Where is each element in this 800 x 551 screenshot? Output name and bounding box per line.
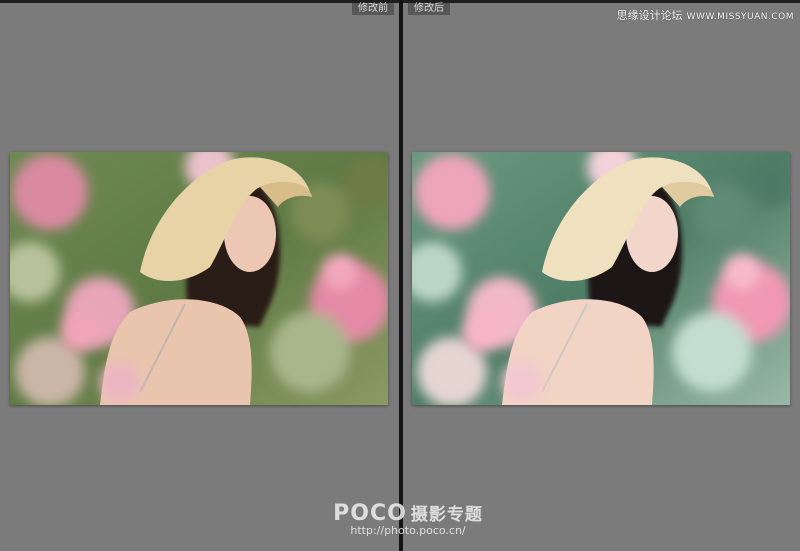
before-label: 修改前 — [352, 3, 394, 15]
site-watermark: 思缘设计论坛 WWW.MISSYUAN.COM — [617, 7, 794, 23]
after-label: 修改后 — [408, 3, 450, 15]
site-watermark-url: WWW.MISSYUAN.COM — [686, 12, 794, 22]
before-photo-image — [10, 152, 388, 405]
after-photo[interactable] — [412, 152, 790, 405]
poco-brand-name: POCO — [333, 501, 407, 526]
poco-brand-cn: 摄影专题 — [410, 505, 483, 525]
site-watermark-text: 思缘设计论坛 — [616, 9, 683, 22]
poco-watermark: POCO 摄影专题 http://photo.poco.cn/ — [328, 500, 488, 537]
poco-url: http://photo.poco.cn/ — [350, 524, 466, 537]
after-photo-image — [412, 152, 790, 405]
poco-brand: POCO 摄影专题 — [328, 500, 488, 526]
before-photo[interactable] — [10, 152, 388, 405]
